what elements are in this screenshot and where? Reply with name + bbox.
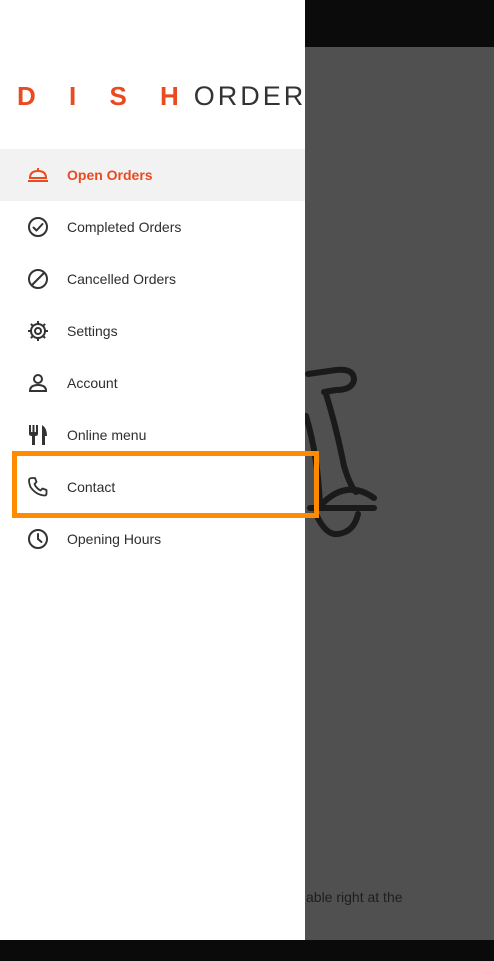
menu-item-cancelled-orders[interactable]: Cancelled Orders	[0, 253, 305, 305]
menu-item-open-orders[interactable]: Open Orders	[0, 149, 305, 201]
logo-dish-text: D I S H	[17, 80, 192, 111]
menu-item-label: Cancelled Orders	[67, 271, 176, 287]
menu-item-account[interactable]: Account	[0, 357, 305, 409]
menu-item-completed-orders[interactable]: Completed Orders	[0, 201, 305, 253]
menu-item-online-menu[interactable]: Online menu	[0, 409, 305, 461]
menu-item-label: Account	[67, 375, 118, 391]
clock-icon	[25, 526, 51, 552]
app-logo: D I S H ORDER	[17, 78, 306, 114]
menu-item-settings[interactable]: Settings	[0, 305, 305, 357]
menu-item-label: Contact	[67, 479, 116, 495]
background-footer-text: able right at the	[306, 889, 403, 905]
check-circle-icon	[25, 214, 51, 240]
menu-item-opening-hours[interactable]: Opening Hours	[0, 513, 305, 565]
menu-item-label: Settings	[67, 323, 118, 339]
drawer-menu: Open Orders Completed Orders Cancelled O…	[0, 149, 305, 565]
fork-knife-icon	[25, 422, 51, 448]
scooter-icon	[303, 366, 377, 538]
menu-item-label: Online menu	[67, 427, 147, 443]
menu-item-label: Completed Orders	[67, 219, 182, 235]
logo-order-text: ORDER	[193, 80, 307, 111]
system-navigation-bar	[0, 940, 494, 961]
gear-icon	[25, 318, 51, 344]
menu-item-contact[interactable]: Contact	[0, 461, 305, 513]
menu-item-label: Opening Hours	[67, 531, 162, 547]
navigation-drawer: D I S H ORDER Open Orders Completed Orde…	[0, 0, 305, 940]
phone-icon	[25, 474, 51, 500]
ban-circle-icon	[25, 266, 51, 292]
cloche-icon	[25, 162, 51, 188]
background-top-bar	[305, 0, 494, 47]
menu-item-label: Open Orders	[67, 167, 153, 183]
person-icon	[25, 370, 51, 396]
